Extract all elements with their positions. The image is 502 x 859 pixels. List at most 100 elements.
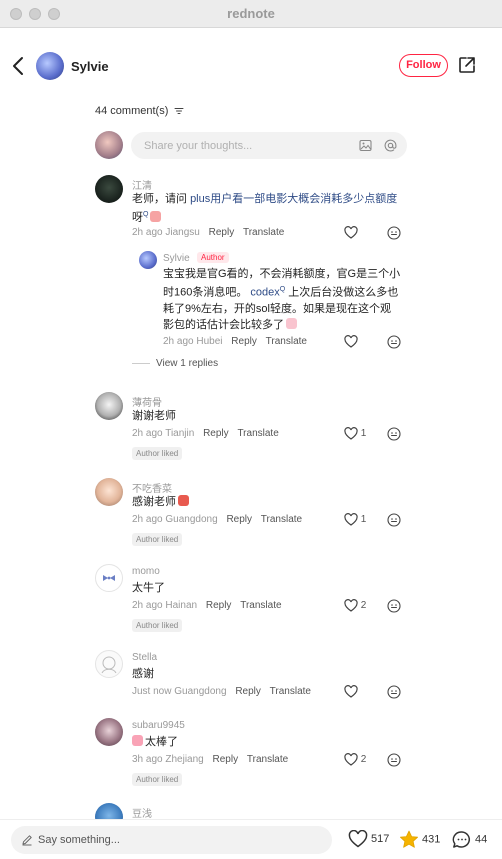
comment-input-placeholder: Share your thoughts...	[144, 140, 253, 152]
like-button[interactable]	[344, 226, 358, 239]
translate-button[interactable]: Translate	[240, 600, 281, 611]
like-count: 1	[360, 514, 367, 526]
reply-author-avatar[interactable]	[139, 251, 157, 269]
search-link-icon: Q	[143, 211, 149, 218]
commenter-name[interactable]: 薄荷骨	[132, 394, 162, 409]
like-count: 2	[360, 600, 367, 612]
heart-icon	[344, 427, 358, 440]
translate-button[interactable]: Translate	[237, 428, 278, 439]
post-comment-count: 44	[475, 833, 488, 846]
comment-time: Just now	[132, 686, 172, 697]
translate-button[interactable]: Translate	[266, 336, 307, 347]
post-comment-button[interactable]: 44	[452, 830, 487, 849]
commenter-name[interactable]: subaru9945	[132, 720, 185, 731]
translate-button[interactable]: Translate	[243, 227, 284, 238]
author-liked-badge: Author liked	[132, 447, 183, 460]
reply-like-button[interactable]	[344, 335, 358, 348]
reply-time: 2h ago	[163, 336, 194, 347]
back-arrow-icon[interactable]	[10, 55, 28, 77]
reply-text-line3: 耗了9%左右，开的sol轻度。如果是现在这个观	[163, 302, 391, 315]
sort-icon[interactable]	[174, 107, 184, 115]
mention-icon[interactable]	[384, 139, 397, 152]
heart-icon	[344, 335, 358, 348]
current-user-avatar	[95, 131, 123, 159]
commenter-avatar[interactable]	[95, 564, 123, 592]
reply-text: 宝宝我是官G看的，不会消耗额度，官G是三个小 时160条消息吧。 codexQ …	[163, 266, 433, 333]
author-name[interactable]: Sylvie	[71, 59, 109, 74]
share-icon[interactable]	[458, 56, 476, 74]
emoji-react-icon[interactable]	[387, 335, 401, 349]
reply-text-line2c: 上次后台没做这么多也	[285, 286, 399, 299]
commenter-avatar[interactable]	[95, 175, 123, 203]
comment-meta: 2h ago Tianjin Reply Translate	[132, 428, 279, 439]
comment-location: Guangdong	[165, 514, 218, 525]
reply-button[interactable]: Reply	[203, 428, 229, 439]
post-like-button[interactable]: 517	[348, 829, 390, 848]
emoji-react-icon[interactable]	[387, 513, 401, 527]
like-button[interactable]	[344, 685, 358, 698]
comment-bubble-icon	[452, 831, 471, 848]
commenter-name[interactable]: Stella	[132, 652, 157, 663]
comment-time: 2h ago	[132, 600, 163, 611]
author-liked-badge: Author liked	[132, 533, 183, 546]
translate-button[interactable]: Translate	[261, 514, 302, 525]
reply-author-name[interactable]: Sylvie	[163, 253, 190, 264]
reply-text-line2a: 时160条消息吧。	[163, 286, 251, 299]
divider	[132, 362, 150, 364]
reply-button[interactable]: Reply	[206, 600, 232, 611]
blush-emoji-icon	[150, 210, 162, 222]
like-button[interactable]: 2	[344, 753, 366, 766]
emoji-react-icon[interactable]	[387, 753, 401, 767]
reply-button[interactable]: Reply	[226, 514, 252, 525]
image-icon[interactable]	[359, 139, 372, 152]
reply-button[interactable]: Reply	[213, 754, 239, 765]
commenter-name[interactable]: 豆浅	[132, 805, 152, 820]
reply-meta: 2h ago Hubei Reply Translate	[163, 336, 307, 347]
reply-button[interactable]: Reply	[209, 227, 235, 238]
reply-text-line1: 宝宝我是官G看的，不会消耗额度，官G是三个小	[163, 268, 401, 280]
comment-text: 感谢老师	[132, 494, 189, 510]
comment-time: 3h ago	[132, 754, 163, 765]
heart-icon	[344, 753, 358, 766]
like-button[interactable]: 1	[344, 513, 366, 526]
commenter-name[interactable]: momo	[132, 566, 160, 577]
emoji-react-icon[interactable]	[387, 427, 401, 441]
comment-count[interactable]: 44 comment(s)	[95, 105, 184, 117]
comment-text: 谢谢老师	[132, 410, 176, 422]
commenter-name[interactable]: 不吃香菜	[132, 480, 172, 495]
comment-search-link[interactable]: plus用户看一部电影大概会消耗多少点额度	[190, 193, 397, 205]
commenter-avatar[interactable]	[95, 718, 123, 746]
strawberry-emoji-icon	[178, 495, 189, 506]
commenter-avatar[interactable]	[95, 478, 123, 506]
comment-time: 2h ago	[132, 428, 163, 439]
comment-meta: Just now Guangdong Reply Translate	[132, 686, 311, 697]
comment-text-tail: 呀	[132, 211, 143, 224]
translate-button[interactable]: Translate	[247, 754, 288, 765]
comment-text-body: 感谢老师	[132, 496, 176, 508]
comment-meta: 3h ago Zhejiang Reply Translate	[132, 754, 288, 765]
commenter-name[interactable]: 江清	[132, 177, 152, 192]
commenter-avatar[interactable]	[95, 650, 123, 678]
heart-icon	[344, 599, 358, 612]
codex-search-link[interactable]: codex	[250, 287, 279, 299]
reply-location: Hubei	[196, 336, 223, 347]
post-collect-button[interactable]: 431	[399, 830, 440, 849]
like-button[interactable]: 2	[344, 599, 366, 612]
follow-button[interactable]: Follow	[399, 54, 448, 77]
like-button[interactable]: 1	[344, 427, 366, 440]
say-something-input[interactable]: Say something...	[11, 826, 332, 854]
comment-text: 感谢	[132, 668, 154, 680]
commenter-avatar[interactable]	[95, 392, 123, 420]
reply-button[interactable]: Reply	[231, 336, 257, 347]
comment-input[interactable]: Share your thoughts...	[131, 132, 407, 159]
emoji-react-icon[interactable]	[387, 226, 401, 240]
star-icon	[400, 830, 418, 848]
view-replies-button[interactable]: View 1 replies	[132, 358, 218, 369]
emoji-react-icon[interactable]	[387, 599, 401, 613]
reply-button[interactable]: Reply	[235, 686, 261, 697]
heart-icon	[348, 829, 368, 848]
translate-button[interactable]: Translate	[270, 686, 311, 697]
post-like-count: 517	[371, 832, 390, 845]
author-avatar[interactable]	[36, 52, 64, 80]
emoji-react-icon[interactable]	[387, 685, 401, 699]
